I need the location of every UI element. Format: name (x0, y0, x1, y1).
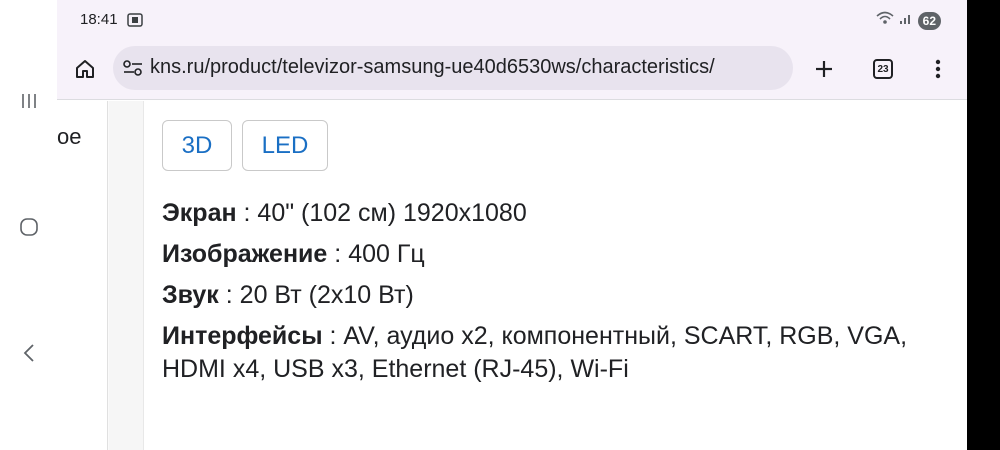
tune-icon[interactable] (122, 59, 144, 82)
back-icon[interactable] (14, 338, 44, 368)
characteristics-card: 3D LED Экран : 40" (102 см) 1920x1080 Из… (143, 101, 967, 450)
spec-separator: : (322, 322, 344, 350)
spec-row-image: Изображение : 400 Гц (162, 238, 942, 271)
more-vert-icon[interactable] (923, 54, 953, 84)
browser-toolbar: kns.ru/product/televizor-samsung-ue40d65… (57, 40, 967, 100)
tag-led[interactable]: LED (242, 120, 328, 171)
tabs-count: 23 (873, 59, 893, 79)
spec-label: Звук (162, 281, 219, 309)
spec-label: Интерфейсы (162, 322, 323, 350)
tab-switcher-button[interactable]: 23 (868, 54, 898, 84)
url-text[interactable]: kns.ru/product/televizor-samsung-ue40d65… (150, 56, 715, 79)
page-gutter (109, 101, 143, 450)
web-page: ое 3D LED Экран : 40" (102 см) 1920x1080… (57, 101, 967, 450)
spec-row-sound: Звук : 20 Вт (2x10 Вт) (162, 279, 942, 312)
spec-list: Экран : 40" (102 см) 1920x1080 Изображен… (162, 197, 942, 394)
spec-value: 40" (102 см) 1920x1080 (257, 199, 527, 227)
spec-value: 20 Вт (2x10 Вт) (239, 281, 414, 309)
address-bar[interactable]: kns.ru/product/televizor-samsung-ue40d65… (113, 46, 793, 90)
side-panel: ое (57, 101, 108, 450)
home-circle-icon[interactable] (14, 212, 44, 242)
signal-icon (899, 11, 913, 30)
spec-label: Изображение (162, 240, 328, 268)
browser-window: 18:41 62 kns.ru/product/televizor-samsun… (57, 0, 967, 450)
spec-separator: : (327, 240, 349, 268)
side-panel-text: ое (57, 124, 82, 149)
screenshot-icon (127, 13, 143, 32)
spec-value: 400 Гц (348, 240, 425, 268)
status-indicators: 62 (876, 11, 941, 30)
spec-row-screen: Экран : 40" (102 см) 1920x1080 (162, 197, 942, 230)
spec-label: Экран (162, 199, 237, 227)
screen: 18:41 62 kns.ru/product/televizor-samsun… (0, 0, 1000, 450)
battery-badge: 62 (917, 11, 941, 30)
screen-edge (967, 0, 1000, 450)
home-icon[interactable] (70, 54, 100, 84)
status-time: 18:41 (80, 11, 118, 28)
spec-separator: : (236, 199, 258, 227)
recents-icon[interactable] (14, 86, 44, 116)
plus-icon[interactable] (809, 54, 839, 84)
tag-3d[interactable]: 3D (162, 120, 232, 171)
wifi-icon (876, 11, 894, 30)
system-nav-rail (0, 0, 57, 450)
spec-row-interfaces: Интерфейсы : AV, аудио x2, компонентный,… (162, 320, 942, 386)
spec-separator: : (218, 281, 240, 309)
status-bar: 18:41 62 (57, 0, 967, 40)
